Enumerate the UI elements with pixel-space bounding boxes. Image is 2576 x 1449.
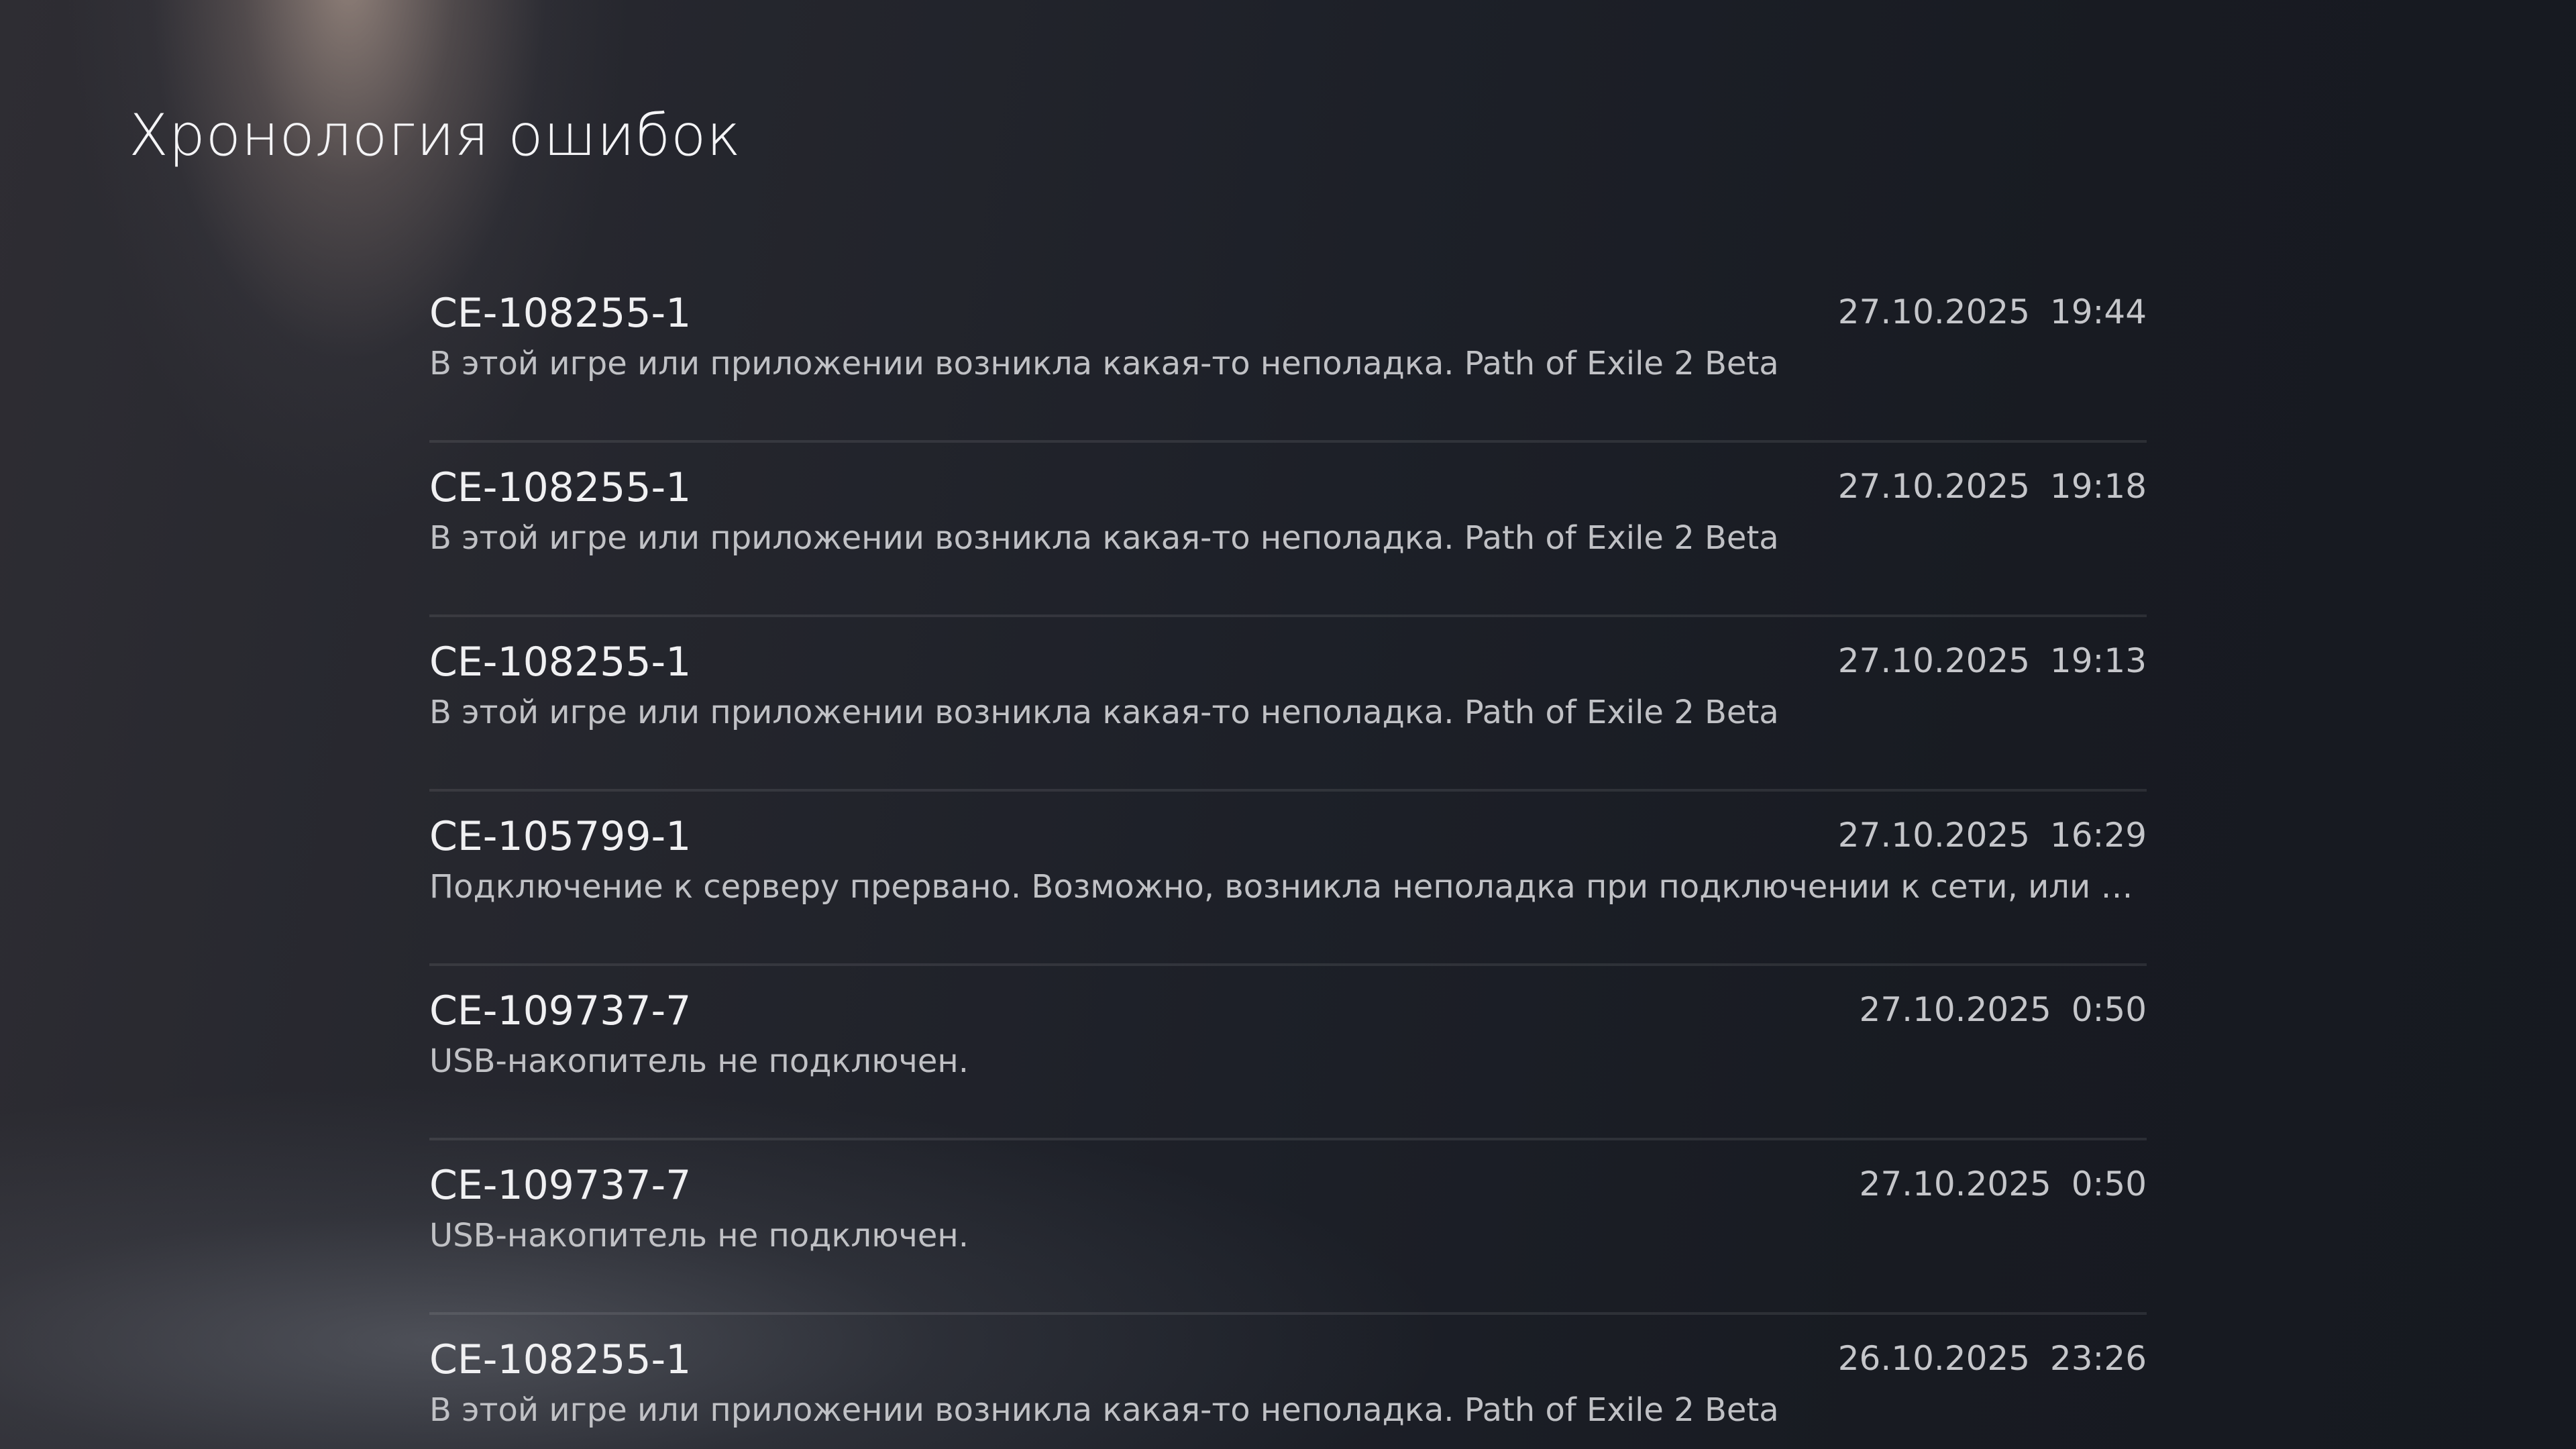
error-description: В этой игре или приложении возникла кака… (429, 519, 1779, 557)
error-list-item[interactable]: CE-105799-1 27.10.2025 16:29 Подключение… (429, 792, 2147, 966)
error-description: USB-накопитель не подключен. (429, 1217, 969, 1254)
error-code: CE-109737-7 (429, 987, 692, 1034)
error-history-list: CE-108255-1 27.10.2025 19:44 В этой игре… (429, 268, 2147, 1449)
error-list-item[interactable]: CE-108255-1 26.10.2025 23:26 В этой игре… (429, 1315, 2147, 1449)
error-code: CE-108255-1 (429, 639, 692, 686)
error-datetime: 27.10.2025 19:44 (1837, 292, 2147, 331)
error-list-item[interactable]: CE-109737-7 27.10.2025 0:50 USB-накопите… (429, 1140, 2147, 1315)
error-list-item[interactable]: CE-109737-7 27.10.2025 0:50 USB-накопите… (429, 966, 2147, 1140)
error-description: В этой игре или приложении возникла кака… (429, 345, 1779, 382)
page-title: Хронология ошибок (129, 102, 741, 169)
error-code: CE-108255-1 (429, 290, 692, 337)
error-datetime: 26.10.2025 23:26 (1837, 1339, 2147, 1378)
error-datetime: 27.10.2025 19:13 (1837, 641, 2147, 680)
error-datetime: 27.10.2025 0:50 (1859, 1165, 2147, 1203)
error-datetime: 27.10.2025 19:18 (1837, 467, 2147, 506)
error-code: CE-108255-1 (429, 464, 692, 511)
error-description: Подключение к серверу прервано. Возможно… (429, 868, 2147, 906)
error-code: CE-105799-1 (429, 813, 692, 860)
error-list-item[interactable]: CE-108255-1 27.10.2025 19:18 В этой игре… (429, 443, 2147, 617)
error-description: В этой игре или приложении возникла кака… (429, 1391, 1779, 1429)
error-datetime: 27.10.2025 16:29 (1837, 816, 2147, 855)
error-list-item[interactable]: CE-108255-1 27.10.2025 19:44 В этой игре… (429, 268, 2147, 443)
error-code: CE-109737-7 (429, 1162, 692, 1209)
error-description: USB-накопитель не подключен. (429, 1042, 969, 1080)
error-list-item[interactable]: CE-108255-1 27.10.2025 19:13 В этой игре… (429, 617, 2147, 792)
error-datetime: 27.10.2025 0:50 (1859, 990, 2147, 1029)
error-code: CE-108255-1 (429, 1336, 692, 1383)
error-description: В этой игре или приложении возникла кака… (429, 694, 1779, 731)
